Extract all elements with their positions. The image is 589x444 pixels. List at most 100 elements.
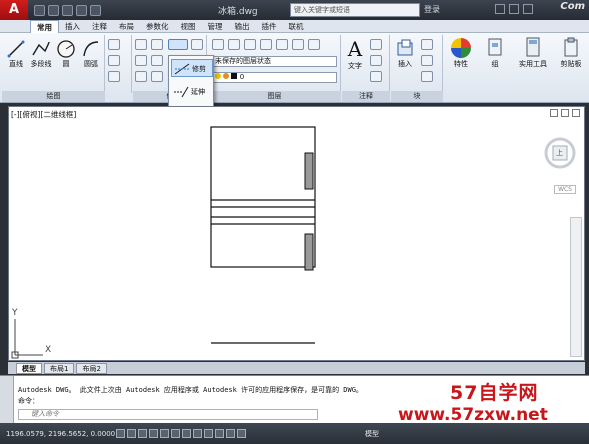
snap-icon[interactable] [116,429,125,438]
move-icon[interactable] [135,39,147,50]
stretch-icon[interactable] [135,71,147,82]
table-icon[interactable] [370,71,382,82]
extend-menu-item[interactable]: 延伸 [171,83,213,101]
clipboard-tool[interactable]: 剪贴板 [556,37,586,69]
command-input[interactable]: 键入命令 [18,409,318,420]
layer-lock-icon[interactable] [276,39,288,50]
draw-group-title[interactable]: 绘图 [2,91,105,102]
grid-icon[interactable] [127,429,136,438]
dimension-icon[interactable] [370,39,382,50]
new-icon[interactable] [34,4,45,16]
text-tool[interactable]: A 文字 [344,37,366,71]
watermark-logo: Com [560,1,585,12]
polyline-tool[interactable]: 多段线 [29,39,53,69]
mirror-icon[interactable] [151,55,163,66]
command-history-line-1: Autodesk DWG。 此文件上次由 Autodesk 应用程序或 Auto… [18,386,363,394]
autocad-window: A 冰箱.dwg 键入关键字或短语 登录 Com 常用 插入 注释 布局 参数化… [0,0,589,444]
quick-properties-icon[interactable] [226,429,235,438]
login-button[interactable]: 登录 [424,4,440,15]
arc-tool[interactable]: 圆弧 [79,39,103,69]
tab-online[interactable]: 联机 [283,20,310,33]
hatch-icon[interactable] [108,71,120,82]
maximize-icon[interactable] [509,4,519,14]
osnap-icon[interactable] [160,429,169,438]
line-tool[interactable]: 直线 [5,39,27,69]
clipboard-icon [564,37,578,57]
layer-match-icon[interactable] [292,39,304,50]
transparency-icon[interactable] [215,429,224,438]
utilities-tool[interactable]: 实用工具 [515,37,551,69]
tab-view[interactable]: 视图 [175,20,202,33]
tab-annotate[interactable]: 注释 [86,20,113,33]
search-input[interactable]: 键入关键字或短语 [290,3,420,17]
layer-properties-icon[interactable] [212,39,224,50]
navigation-bar[interactable] [570,217,582,357]
circle-tool[interactable]: 圆 [55,39,77,69]
layers-group-title[interactable]: 图层 [208,91,341,102]
model-space-toggle[interactable]: 模型 [365,429,379,439]
scale-icon[interactable] [151,71,163,82]
block-attribute-icon[interactable] [421,71,433,82]
window-title: 冰箱.dwg [218,7,258,17]
close-icon[interactable] [523,4,533,14]
polar-icon[interactable] [149,429,158,438]
tab-insert[interactable]: 插入 [59,20,86,33]
layer-previous-icon[interactable] [308,39,320,50]
minimize-icon[interactable] [495,4,505,14]
command-window-handle[interactable] [0,376,14,424]
watermark-site-name: 57自学网 [450,382,539,404]
tab-model[interactable]: 模型 [16,362,42,374]
ribbon-tabs: 常用 插入 注释 布局 参数化 视图 管理 输出 插件 联机 [0,19,589,33]
properties-tool-label: 特性 [454,60,468,68]
insert-tool[interactable]: 插入 [393,39,417,69]
erase-icon[interactable] [191,39,203,50]
layer-off-icon[interactable] [244,39,256,50]
layer-state-dropdown[interactable]: 未保存的图层状态 [212,56,337,67]
otrack-icon[interactable] [171,429,180,438]
ortho-icon[interactable] [138,429,147,438]
dyn-icon[interactable] [193,429,202,438]
wcs-menu[interactable]: WCS [554,185,576,194]
polyline-tool-label: 多段线 [30,60,52,68]
selection-cycling-icon[interactable] [237,429,246,438]
tab-manage[interactable]: 管理 [202,20,229,33]
lineweight-icon[interactable] [204,429,213,438]
window-controls [495,4,533,14]
viewcube-top-label: 上 [556,149,563,157]
layer-isolate-icon[interactable] [228,39,240,50]
refrigerator-drawing[interactable] [9,107,586,362]
layers-group: 未保存的图层状态 0 图层 [208,35,341,102]
ellipse-icon[interactable] [108,55,120,66]
rotate-icon[interactable] [151,39,163,50]
tab-plugins[interactable]: 插件 [256,20,283,33]
block-group-title[interactable]: 块 [391,91,443,102]
create-block-icon[interactable] [421,39,433,50]
layer-freeze-icon[interactable] [260,39,272,50]
save-icon[interactable] [62,4,73,16]
ducs-icon[interactable] [182,429,191,438]
properties-tool[interactable]: 特性 [447,37,475,69]
tab-layout1[interactable]: 布局1 [44,362,75,374]
copy-icon[interactable] [135,55,147,66]
leader-icon[interactable] [370,55,382,66]
tab-layout2[interactable]: 布局2 [76,362,107,374]
undo-icon[interactable] [76,4,87,16]
open-icon[interactable] [48,4,59,16]
polyline-icon [32,41,50,56]
annotation-group-title[interactable]: 注释 [342,91,390,102]
rectangle-icon[interactable] [108,39,120,50]
tab-parametric[interactable]: 参数化 [140,20,175,33]
tab-output[interactable]: 输出 [229,20,256,33]
viewcube[interactable]: 上 [544,129,576,177]
redo-icon[interactable] [90,4,101,16]
trim-menu-item[interactable]: 修剪 [171,59,213,77]
drawing-viewport[interactable]: [-][俯视][二维线框] Y X 上 WCS [8,106,585,361]
group-tool[interactable]: 组 [484,37,506,69]
edit-block-icon[interactable] [421,55,433,66]
tab-layout[interactable]: 布局 [113,20,140,33]
coordinate-readout[interactable]: 1196.0579, 2196.5652, 0.0000 [6,430,116,438]
layer-dropdown[interactable]: 0 [212,72,337,83]
application-menu-button[interactable]: A [0,0,28,20]
tab-home[interactable]: 常用 [30,19,59,33]
trim-icon[interactable] [168,39,188,50]
